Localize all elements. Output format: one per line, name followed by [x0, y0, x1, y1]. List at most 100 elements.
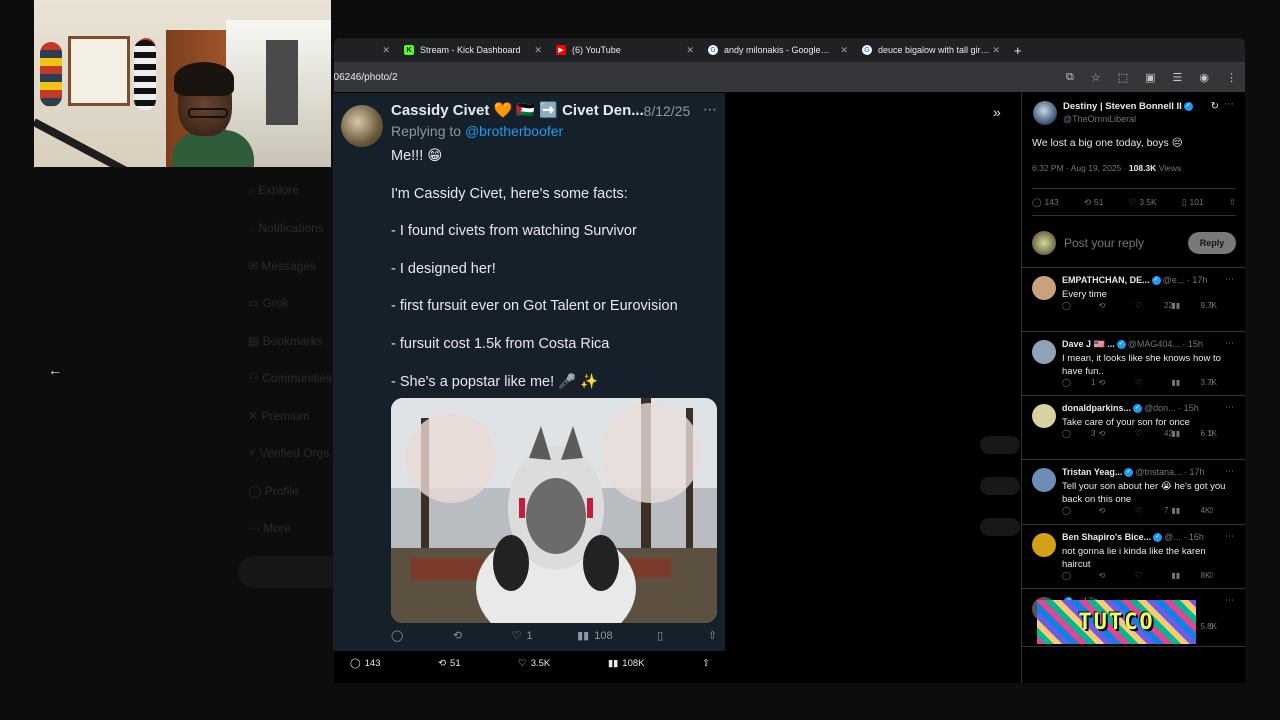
like-action[interactable]: ♡ 1: [512, 629, 533, 643]
more-icon[interactable]: ⋯: [1225, 402, 1234, 413]
reply-action[interactable]: ◯ 143: [1032, 197, 1059, 208]
retweet-action[interactable]: ⟲: [1099, 571, 1136, 580]
avatar[interactable]: [1032, 276, 1056, 300]
retweet-action[interactable]: ⟲ 51: [1084, 197, 1104, 208]
reply-author-name[interactable]: Tristan Yeag...: [1062, 467, 1122, 477]
close-tab-icon[interactable]: ✕: [992, 45, 1000, 56]
retweet-action[interactable]: ⟲: [1099, 429, 1136, 438]
reply-button[interactable]: Reply: [1188, 232, 1236, 254]
like-action[interactable]: ♡: [1135, 378, 1172, 387]
new-tab-icon[interactable]: +: [1006, 43, 1030, 58]
reply-author-name[interactable]: Dave J 🇺🇸 ...: [1062, 339, 1115, 349]
retweet-action[interactable]: ⟲: [1099, 301, 1136, 310]
reply-item[interactable]: donaldparkins... ✓ @don... · 15h ⋯ Take care…: [1022, 396, 1245, 460]
tweet-author-name[interactable]: Cassidy Civet 🧡 🇵🇸 ➡️ Civet Den...: [391, 101, 644, 119]
cast-icon[interactable]: ⧉: [1066, 71, 1074, 84]
reply-item[interactable]: EMPATHCHAN, DE... ✓ @e... · 17h ⋯ Every time…: [1022, 268, 1245, 332]
more-icon[interactable]: ⋯: [1225, 531, 1234, 542]
lb-reply-action[interactable]: ◯ 143: [350, 658, 381, 669]
share-action[interactable]: ⇧: [1229, 197, 1236, 208]
views-action[interactable]: ▮▮ 3.7K: [1172, 378, 1217, 387]
reply-item[interactable]: Tristan Yeag... ✓ @tristana... · 17h ⋯ Tell …: [1022, 460, 1245, 525]
views-action[interactable]: ▮▮ 8K: [1172, 571, 1211, 580]
share-action[interactable]: ⇧: [708, 629, 717, 642]
like-action[interactable]: ♡ 42: [1135, 429, 1173, 438]
more-icon[interactable]: ⋯: [1224, 99, 1234, 110]
bookmark-action[interactable]: ▯ 101: [1182, 197, 1204, 208]
avatar[interactable]: [1033, 101, 1057, 125]
reply-item[interactable]: Ben Shapiro's Bice... ✓ @... · 16h ⋯ not gon…: [1022, 525, 1245, 589]
views-action[interactable]: ▮▮ 6.1K: [1172, 429, 1217, 438]
share-action[interactable]: ⇧: [1208, 571, 1234, 580]
tab-google-1[interactable]: G andy milonakis - Google Sear ✕: [700, 38, 854, 62]
tab-current[interactable]: ✕: [334, 38, 396, 62]
grok-icon[interactable]: ↻: [1211, 101, 1219, 112]
reply-author-name[interactable]: Ben Shapiro's Bice...: [1062, 532, 1151, 542]
share-action[interactable]: ⇧: [1208, 301, 1234, 310]
retweet-action[interactable]: ⟲: [1099, 378, 1136, 387]
more-icon[interactable]: ⋯: [1225, 466, 1234, 477]
share-action[interactable]: ⇧: [1208, 378, 1234, 387]
close-tab-icon[interactable]: ✕: [534, 45, 542, 56]
avatar[interactable]: [341, 105, 383, 147]
reply-author-name[interactable]: EMPATHCHAN, DE...: [1062, 275, 1150, 285]
reply-input[interactable]: Post your reply: [1064, 236, 1188, 250]
reply-handle[interactable]: @...: [1164, 532, 1181, 542]
more-icon[interactable]: ⋯: [1225, 595, 1234, 606]
author-handle[interactable]: @TheOmniLiberal: [1063, 114, 1136, 124]
main-post-author[interactable]: Destiny | Steven Bonnell II ✓: [1063, 101, 1195, 112]
reply-action[interactable]: ◯: [391, 629, 408, 642]
like-action[interactable]: ♡ 3.5K: [1129, 197, 1157, 208]
profile-icon[interactable]: ◉: [1199, 71, 1209, 84]
like-action[interactable]: ♡ 7: [1135, 506, 1172, 515]
more-icon[interactable]: ⋯: [703, 101, 717, 118]
close-tab-icon[interactable]: ✕: [840, 45, 848, 56]
replying-handle-link[interactable]: @brotherboofer: [465, 123, 563, 139]
retweet-action[interactable]: ⟲: [453, 629, 467, 642]
reply-author-name[interactable]: donaldparkins...: [1062, 403, 1131, 413]
share-action[interactable]: ⇧: [1208, 622, 1234, 631]
share-action[interactable]: ⇧: [1208, 429, 1234, 438]
views-action[interactable]: ▮▮ 9.7K: [1172, 301, 1217, 310]
retweet-action[interactable]: ⟲: [1099, 506, 1136, 515]
reply-handle[interactable]: @e...: [1163, 275, 1185, 285]
expand-icon[interactable]: »: [993, 104, 1001, 120]
url-text[interactable]: 406246/photo/2: [334, 72, 398, 83]
avatar[interactable]: [1032, 404, 1056, 428]
reply-handle[interactable]: @don...: [1144, 403, 1176, 413]
reply-item[interactable]: Dave J 🇺🇸 ... ✓ @MAG404... · 15h ⋯ I mean, i…: [1022, 332, 1245, 396]
avatar[interactable]: [1032, 533, 1056, 557]
reply-action[interactable]: ◯: [1062, 506, 1099, 515]
views-action[interactable]: ▮▮ 4K: [1172, 506, 1211, 515]
reply-action[interactable]: ◯: [1062, 301, 1099, 310]
lb-like-action[interactable]: ♡ 3.5K: [518, 658, 550, 669]
more-icon[interactable]: ⋯: [1225, 274, 1234, 285]
tab-youtube[interactable]: ▶ (6) YouTube ✕: [548, 38, 700, 62]
tab-kick[interactable]: K Stream - Kick Dashboard ✕: [396, 38, 548, 62]
reply-handle[interactable]: @tristana...: [1135, 467, 1181, 477]
tweet-photo[interactable]: [391, 398, 717, 623]
close-tab-icon[interactable]: ✕: [382, 45, 390, 56]
avatar[interactable]: [1032, 340, 1056, 364]
lb-retweet-action[interactable]: ⟲ 51: [438, 658, 461, 669]
like-action[interactable]: ♡: [1135, 571, 1172, 580]
share-action[interactable]: ⇧: [1208, 506, 1234, 515]
like-action[interactable]: ♡ 22: [1135, 301, 1173, 310]
bookmark-star-icon[interactable]: ☆: [1091, 71, 1101, 84]
address-bar[interactable]: 406246/photo/2 ⧉ ☆ ⬚ ▣ ☰ ◉ ⋮: [334, 62, 1245, 92]
back-arrow-icon[interactable]: ←: [48, 362, 62, 378]
bookmark-action[interactable]: ▯: [657, 629, 663, 642]
media-icon[interactable]: ☰: [1173, 71, 1183, 84]
views-action[interactable]: ▮▮ 108: [577, 629, 612, 643]
reply-handle[interactable]: @MAG404...: [1128, 339, 1180, 349]
lb-share-action[interactable]: ⇧: [702, 658, 710, 669]
reply-action[interactable]: ◯ 3: [1062, 429, 1099, 438]
more-icon[interactable]: ⋯: [1225, 338, 1234, 349]
menu-icon[interactable]: ⋮: [1226, 71, 1237, 84]
reply-action[interactable]: ◯ 1: [1062, 378, 1099, 387]
tab-google-2[interactable]: G deuce bigalow with tall girl - ( ✕: [854, 38, 1006, 62]
extensions-icon[interactable]: ⬚: [1118, 71, 1128, 84]
reply-action[interactable]: ◯: [1062, 571, 1099, 580]
avatar[interactable]: [1032, 468, 1056, 492]
lb-views-action[interactable]: ▮▮ 108K: [608, 658, 645, 669]
